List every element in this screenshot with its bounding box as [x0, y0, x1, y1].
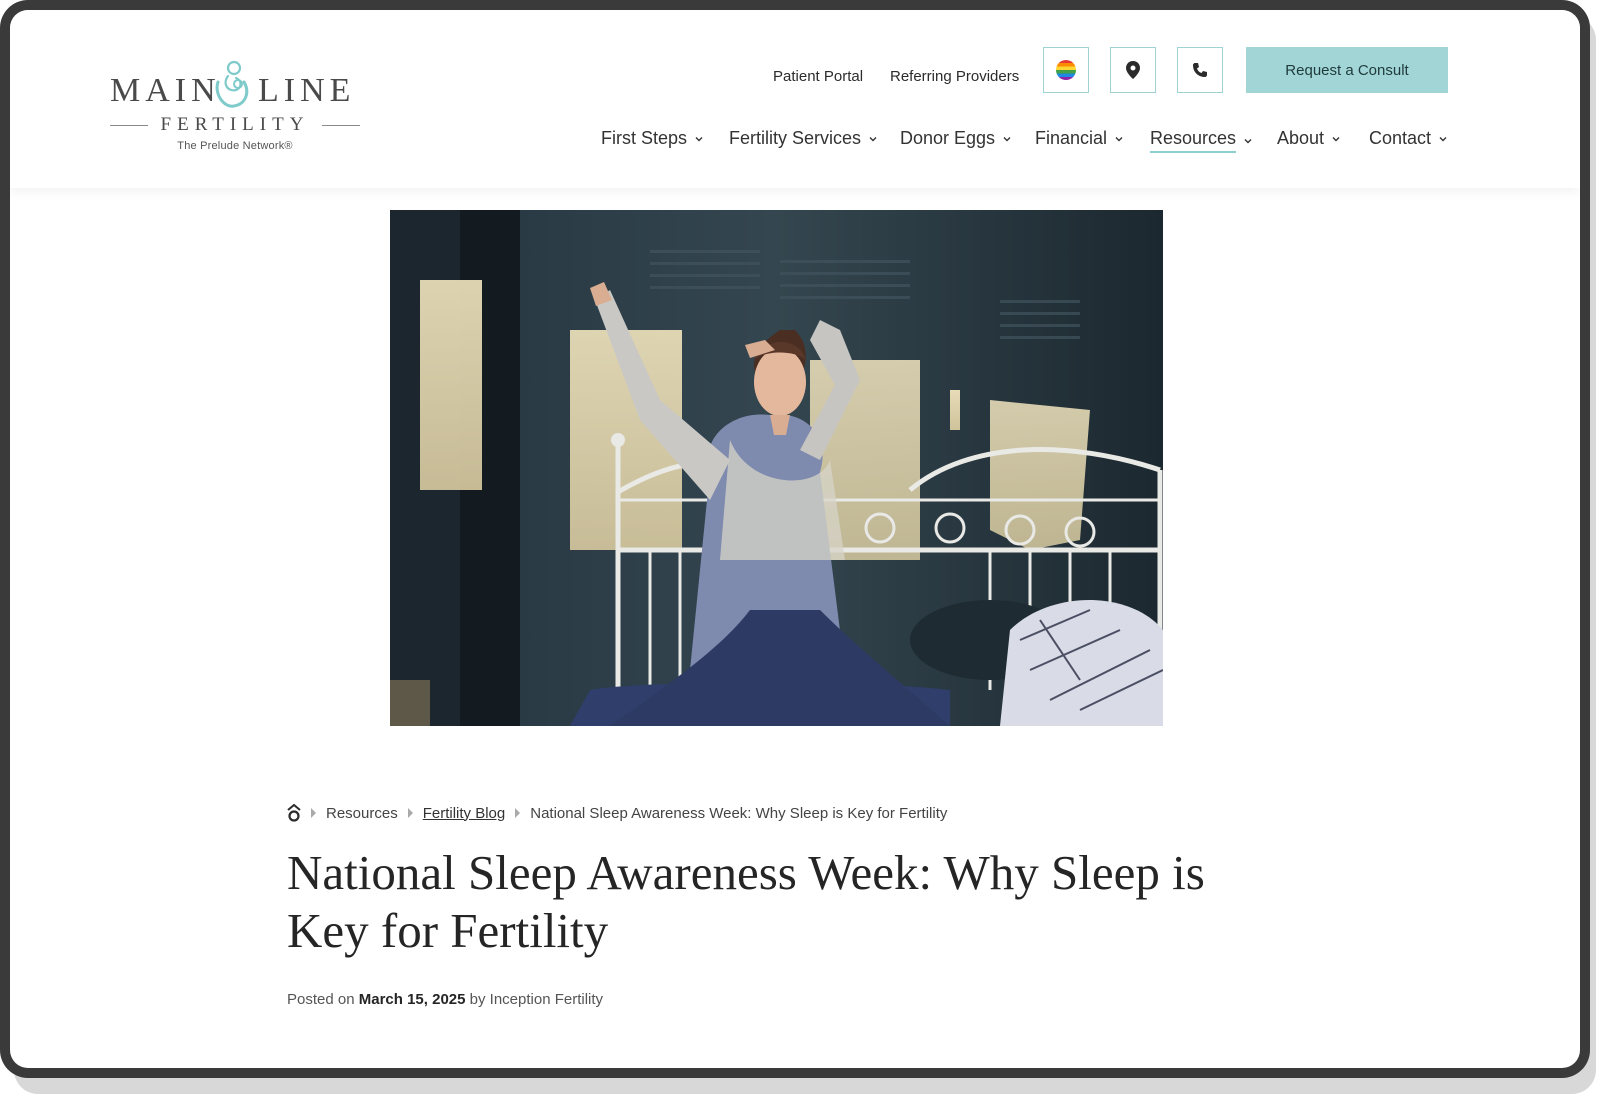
nav-label: Financial: [1035, 128, 1108, 148]
woman-stretching-in-bed-illustration: [390, 210, 1163, 726]
breadcrumb-separator: [311, 808, 316, 818]
referring-providers-link[interactable]: Referring Providers: [890, 68, 1019, 85]
logo-fertility-row: FERTILITY: [110, 114, 360, 136]
post-meta: Posted on March 15, 2025 by Inception Fe…: [287, 991, 603, 1008]
browser-viewport: MAIN LINE FERTILITY The Prelude Network®…: [10, 10, 1580, 1068]
chevron-down-icon: [1115, 136, 1123, 141]
post-author[interactable]: Inception Fertility: [490, 991, 603, 1008]
pride-button[interactable]: [1043, 47, 1089, 93]
breadcrumb-current-page: National Sleep Awareness Week: Why Sleep…: [530, 804, 948, 822]
logo-rule-left: [110, 125, 148, 126]
locations-button[interactable]: [1110, 47, 1156, 93]
location-pin-icon: [1126, 61, 1140, 79]
logo-rule-right: [322, 125, 360, 126]
logo-word-main: MAIN: [110, 72, 221, 109]
nav-label: First Steps: [601, 128, 688, 148]
request-consult-button[interactable]: Request a Consult: [1246, 47, 1448, 93]
home-icon[interactable]: [287, 804, 301, 822]
call-button[interactable]: [1177, 47, 1223, 93]
nav-financial[interactable]: Financial: [1035, 128, 1124, 149]
logo-tagline: The Prelude Network®: [177, 140, 293, 152]
chevron-down-icon: [1244, 138, 1252, 143]
breadcrumb-resources[interactable]: Resources: [326, 805, 398, 822]
breadcrumb: Resources Fertility Blog National Sleep …: [287, 802, 947, 824]
nav-donor-eggs[interactable]: Donor Eggs: [900, 128, 1012, 149]
chevron-down-icon: [1439, 136, 1447, 141]
breadcrumb-separator: [407, 808, 413, 818]
logo-fertility-text: FERTILITY: [160, 114, 310, 135]
by-label: by: [469, 991, 486, 1008]
chevron-down-icon: [1003, 136, 1011, 141]
page-title: National Sleep Awareness Week: Why Sleep…: [287, 845, 1205, 958]
phone-icon: [1193, 63, 1207, 77]
nav-first-steps[interactable]: First Steps: [601, 128, 704, 149]
site-logo[interactable]: MAIN LINE FERTILITY The Prelude Network®: [110, 50, 360, 160]
nav-label: About: [1277, 128, 1325, 148]
nav-fertility-services[interactable]: Fertility Services: [729, 128, 878, 149]
pride-rainbow-icon: [1056, 60, 1076, 80]
nav-resources[interactable]: Resources: [1150, 128, 1253, 153]
nav-contact[interactable]: Contact: [1369, 128, 1448, 149]
patient-portal-link[interactable]: Patient Portal: [773, 68, 863, 85]
chevron-down-icon: [869, 136, 877, 141]
post-date: March 15, 2025: [358, 991, 466, 1008]
nav-label: Resources: [1150, 128, 1237, 153]
nav-label: Contact: [1369, 128, 1432, 148]
chevron-down-icon: [1332, 136, 1340, 141]
site-header: MAIN LINE FERTILITY The Prelude Network®…: [10, 10, 1580, 188]
hero-image: [390, 210, 1163, 726]
breadcrumb-separator: [515, 808, 521, 818]
mother-child-logo-icon: [215, 60, 249, 108]
chevron-down-icon: [695, 136, 703, 141]
nav-about[interactable]: About: [1277, 128, 1341, 149]
device-frame: MAIN LINE FERTILITY The Prelude Network®…: [0, 0, 1590, 1078]
nav-label: Fertility Services: [729, 128, 862, 148]
nav-label: Donor Eggs: [900, 128, 996, 148]
logo-word-line: LINE: [258, 72, 356, 109]
breadcrumb-fertility-blog[interactable]: Fertility Blog: [423, 805, 506, 822]
posted-on-label: Posted on: [287, 991, 355, 1008]
